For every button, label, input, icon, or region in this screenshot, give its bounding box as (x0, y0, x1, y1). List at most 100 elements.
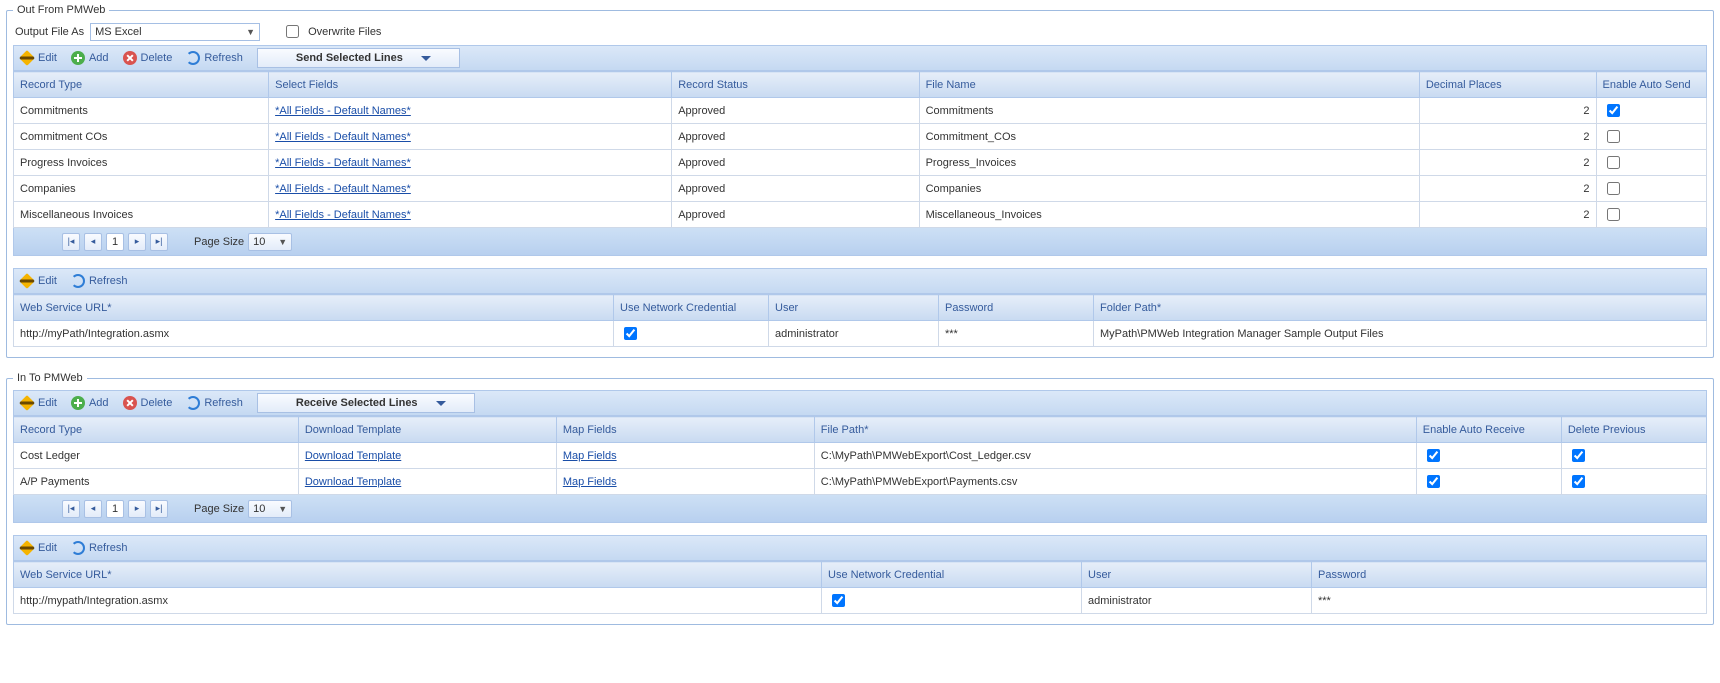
enable-auto-receive-checkbox[interactable] (1427, 449, 1440, 462)
edit-button[interactable]: Edit (20, 396, 57, 410)
col-delete-previous[interactable]: Delete Previous (1561, 417, 1706, 443)
col-enable-auto-send[interactable]: Enable Auto Send (1596, 72, 1706, 98)
use-cred-checkbox[interactable] (832, 594, 845, 607)
cell-decimal-places[interactable]: 2 (1419, 150, 1596, 176)
enable-auto-receive-checkbox[interactable] (1427, 475, 1440, 488)
delete-button[interactable]: Delete (123, 396, 173, 410)
pager-next-button[interactable]: ▸ (128, 233, 146, 251)
cell-decimal-places[interactable]: 2 (1419, 98, 1596, 124)
cell-file-name[interactable]: Companies (919, 176, 1419, 202)
enable-auto-send-checkbox[interactable] (1607, 130, 1620, 143)
col-use-cred[interactable]: Use Network Credential (614, 295, 769, 321)
receive-selected-lines-button[interactable]: Receive Selected Lines (257, 393, 475, 413)
refresh-button[interactable]: Refresh (186, 51, 243, 65)
cell-record-type[interactable]: Progress Invoices (14, 150, 269, 176)
col-user[interactable]: User (769, 295, 939, 321)
edit-button[interactable]: Edit (20, 274, 57, 288)
col-enable-auto-receive[interactable]: Enable Auto Receive (1416, 417, 1561, 443)
col-password[interactable]: Password (1312, 562, 1707, 588)
cell-file-path[interactable]: C:\MyPath\PMWebExport\Cost_Ledger.csv (814, 443, 1416, 469)
cell-record-status[interactable]: Approved (672, 150, 919, 176)
cell-file-name[interactable]: Commitment_COs (919, 124, 1419, 150)
cell-password[interactable]: *** (1312, 588, 1707, 614)
cell-select-fields[interactable]: *All Fields - Default Names* (269, 98, 672, 124)
cell-download[interactable]: Download Template (298, 469, 556, 495)
cell-file-name[interactable]: Progress_Invoices (919, 150, 1419, 176)
cell-enable-auto-receive[interactable] (1416, 443, 1561, 469)
cell-delete-previous[interactable] (1561, 443, 1706, 469)
pager-prev-button[interactable]: ◂ (84, 500, 102, 518)
pager-last-button[interactable]: ▸| (150, 233, 168, 251)
send-selected-lines-button[interactable]: Send Selected Lines (257, 48, 460, 68)
delete-previous-checkbox[interactable] (1572, 475, 1585, 488)
col-file-path[interactable]: File Path* (814, 417, 1416, 443)
table-row[interactable]: Cost LedgerDownload TemplateMap FieldsC:… (14, 443, 1707, 469)
select-fields-link[interactable]: *All Fields - Default Names* (275, 105, 411, 117)
col-select-fields[interactable]: Select Fields (269, 72, 672, 98)
cell-record-type[interactable]: Miscellaneous Invoices (14, 202, 269, 228)
delete-button[interactable]: Delete (123, 51, 173, 65)
cell-map[interactable]: Map Fields (556, 469, 814, 495)
cell-enable-auto-send[interactable] (1596, 176, 1706, 202)
col-download[interactable]: Download Template (298, 417, 556, 443)
cell-enable-auto-send[interactable] (1596, 124, 1706, 150)
cell-select-fields[interactable]: *All Fields - Default Names* (269, 202, 672, 228)
table-row[interactable]: Commitment COs*All Fields - Default Name… (14, 124, 1707, 150)
table-row[interactable]: Companies *All Fields - Default Names* App… (14, 176, 1707, 202)
cell-folder[interactable]: MyPath\PMWeb Integration Manager Sample … (1094, 321, 1707, 347)
col-record-status[interactable]: Record Status (672, 72, 919, 98)
edit-button[interactable]: Edit (20, 51, 57, 65)
pager-first-button[interactable]: |◂ (62, 500, 80, 518)
map-fields-link[interactable]: Map Fields (563, 450, 617, 462)
col-file-name[interactable]: File Name (919, 72, 1419, 98)
select-fields-link[interactable]: *All Fields - Default Names* (275, 131, 411, 143)
pager-last-button[interactable]: ▸| (150, 500, 168, 518)
cell-file-name[interactable]: Miscellaneous_Invoices (919, 202, 1419, 228)
cell-delete-previous[interactable] (1561, 469, 1706, 495)
map-fields-link[interactable]: Map Fields (563, 476, 617, 488)
pager-prev-button[interactable]: ◂ (84, 233, 102, 251)
select-fields-link[interactable]: *All Fields - Default Names* (275, 209, 411, 221)
cell-record-type[interactable]: Companies (14, 176, 269, 202)
cell-user[interactable]: administrator (769, 321, 939, 347)
cell-password[interactable]: *** (939, 321, 1094, 347)
cell-record-status[interactable]: Approved (672, 202, 919, 228)
col-password[interactable]: Password (939, 295, 1094, 321)
col-user[interactable]: User (1082, 562, 1312, 588)
cell-file-path[interactable]: C:\MyPath\PMWebExport\Payments.csv (814, 469, 1416, 495)
select-fields-link[interactable]: *All Fields - Default Names* (275, 183, 411, 195)
cell-record-type[interactable]: Commitments (14, 98, 269, 124)
cell-user[interactable]: administrator (1082, 588, 1312, 614)
cell-select-fields[interactable]: *All Fields - Default Names* (269, 150, 672, 176)
use-cred-checkbox[interactable] (624, 327, 637, 340)
table-row[interactable]: Progress Invoices*All Fields - Default N… (14, 150, 1707, 176)
overwrite-files-checkbox[interactable] (286, 25, 299, 38)
cell-use-cred[interactable] (822, 588, 1082, 614)
cell-url[interactable]: http://myPath/Integration.asmx (14, 321, 614, 347)
pager-page-number[interactable]: 1 (106, 233, 124, 251)
pager-page-number[interactable]: 1 (106, 500, 124, 518)
enable-auto-send-checkbox[interactable] (1607, 208, 1620, 221)
cell-use-cred[interactable] (614, 321, 769, 347)
page-size-select[interactable]: 10▼ (248, 500, 292, 518)
cell-decimal-places[interactable]: 2 (1419, 176, 1596, 202)
page-size-select[interactable]: 10▼ (248, 233, 292, 251)
cell-record-type[interactable]: Cost Ledger (14, 443, 299, 469)
cell-file-name[interactable]: Commitments (919, 98, 1419, 124)
refresh-button[interactable]: Refresh (71, 541, 128, 555)
cell-record-status[interactable]: Approved (672, 98, 919, 124)
cell-record-status[interactable]: Approved (672, 176, 919, 202)
col-record-type[interactable]: Record Type (14, 417, 299, 443)
add-button[interactable]: Add (71, 396, 109, 410)
cell-decimal-places[interactable]: 2 (1419, 202, 1596, 228)
cell-record-type[interactable]: A/P Payments (14, 469, 299, 495)
edit-button[interactable]: Edit (20, 541, 57, 555)
add-button[interactable]: Add (71, 51, 109, 65)
pager-first-button[interactable]: |◂ (62, 233, 80, 251)
col-record-type[interactable]: Record Type (14, 72, 269, 98)
cell-record-status[interactable]: Approved (672, 124, 919, 150)
col-map[interactable]: Map Fields (556, 417, 814, 443)
enable-auto-send-checkbox[interactable] (1607, 104, 1620, 117)
cell-enable-auto-send[interactable] (1596, 150, 1706, 176)
cell-url[interactable]: http://mypath/Integration.asmx (14, 588, 822, 614)
